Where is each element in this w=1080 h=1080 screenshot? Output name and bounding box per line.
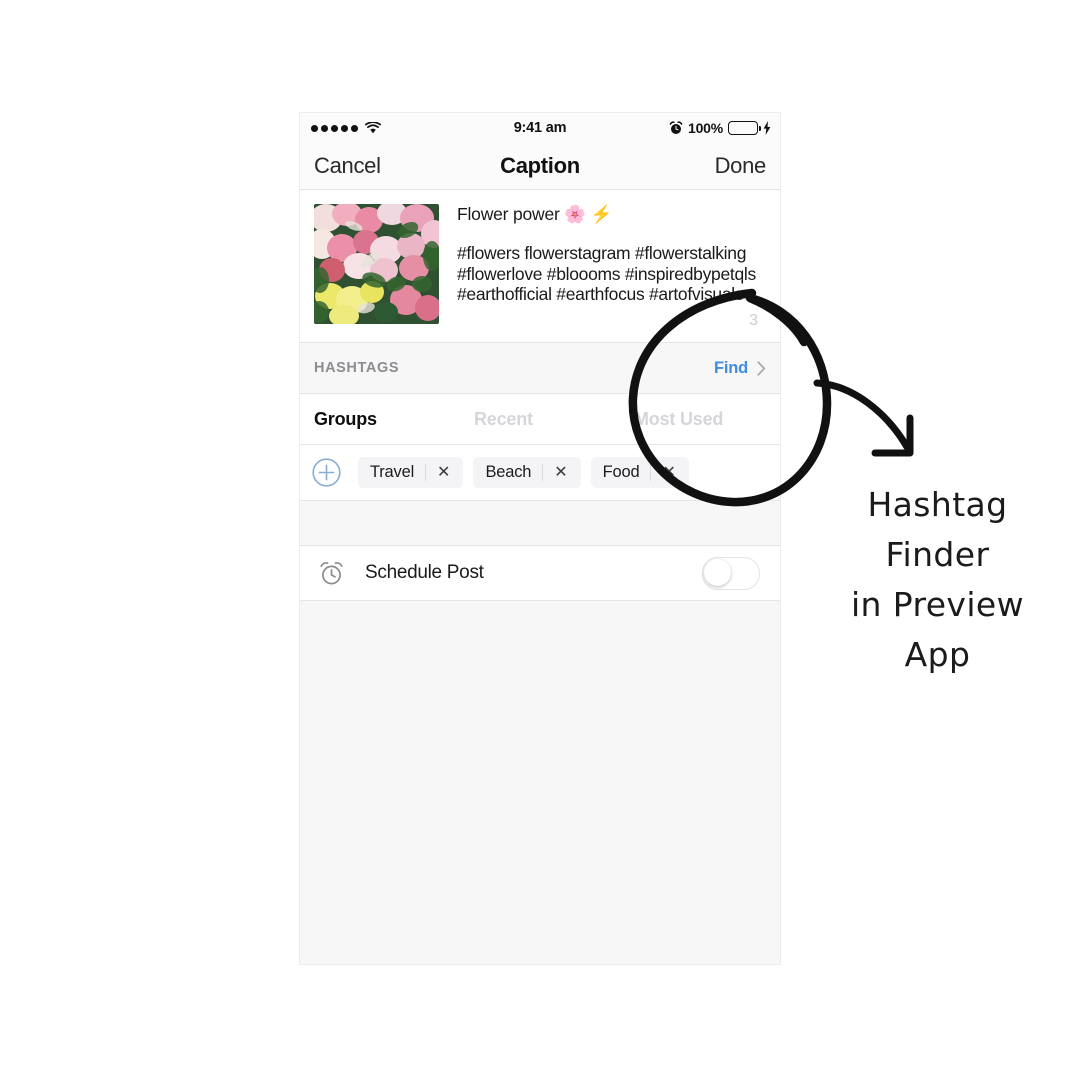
caption-hashtags-line: #flowers flowerstagram #flowerstalking #…	[457, 243, 756, 305]
find-button[interactable]: Find	[714, 359, 766, 378]
chip-beach[interactable]: Beach ✕	[473, 457, 581, 488]
close-icon[interactable]: ✕	[542, 464, 578, 481]
battery-full-icon	[728, 121, 761, 135]
status-bar-right: 100%	[669, 120, 771, 136]
tab-recent[interactable]: Recent	[460, 409, 620, 430]
hashtags-section-header: HASHTAGS Find	[300, 342, 780, 394]
annotation-line-2: Finder	[885, 535, 990, 574]
page-title: Caption	[500, 153, 580, 178]
empty-content-area	[300, 601, 780, 964]
chip-travel[interactable]: Travel ✕	[358, 457, 464, 488]
close-icon[interactable]: ✕	[650, 464, 686, 481]
chip-label: Beach	[485, 463, 532, 481]
chip-label: Travel	[370, 463, 415, 481]
hashtag-tabs: Groups Recent Most Used	[300, 394, 780, 445]
tab-most-used[interactable]: Most Used	[620, 409, 780, 430]
tab-groups[interactable]: Groups	[300, 409, 460, 430]
caption-editor[interactable]: Flower power 🌸 ⚡ #flowers flowerstagram …	[300, 190, 780, 342]
alarm-clock-icon	[320, 561, 343, 584]
chip-food[interactable]: Food ✕	[590, 457, 689, 488]
caption-title-line: Flower power 🌸 ⚡	[457, 204, 613, 224]
annotation-line-3: in Preview	[850, 585, 1025, 624]
done-button[interactable]: Done	[715, 153, 767, 179]
chevron-right-icon	[757, 360, 766, 376]
annotation-line-1: Hashtag	[867, 485, 1008, 524]
caption-counter: 3	[749, 312, 758, 329]
caption-text-area[interactable]: Flower power 🌸 ⚡ #flowers flowerstagram …	[457, 204, 766, 332]
hand-drawn-arrow	[813, 379, 914, 457]
battery-percent-label: 100%	[687, 120, 723, 136]
section-spacer	[300, 500, 780, 546]
chip-label: Food	[602, 463, 640, 481]
plus-circle-icon[interactable]	[312, 458, 341, 487]
phone-screen: 9:41 am 100% Cancel Caption Done Flower …	[299, 112, 781, 965]
annotation-line-4: App	[904, 635, 971, 674]
toggle-knob	[704, 558, 731, 586]
lightning-bolt-icon	[763, 121, 771, 135]
schedule-post-row[interactable]: Schedule Post	[300, 546, 780, 601]
schedule-post-toggle[interactable]	[702, 556, 760, 590]
find-label: Find	[713, 358, 748, 377]
nav-bar: Cancel Caption Done	[300, 143, 780, 190]
schedule-post-label: Schedule Post	[365, 562, 484, 583]
close-icon[interactable]: ✕	[425, 464, 461, 481]
alarm-icon	[669, 121, 683, 134]
status-bar: 9:41 am 100%	[300, 113, 780, 143]
flower-market-photo	[314, 204, 439, 324]
annotation-caption: Hashtag Finder in Preview App	[795, 480, 1080, 680]
hashtags-label: HASHTAGS	[314, 360, 400, 376]
hashtag-groups-row: Travel ✕ Beach ✕ Food ✕	[300, 445, 780, 500]
post-thumbnail[interactable]	[314, 204, 439, 324]
